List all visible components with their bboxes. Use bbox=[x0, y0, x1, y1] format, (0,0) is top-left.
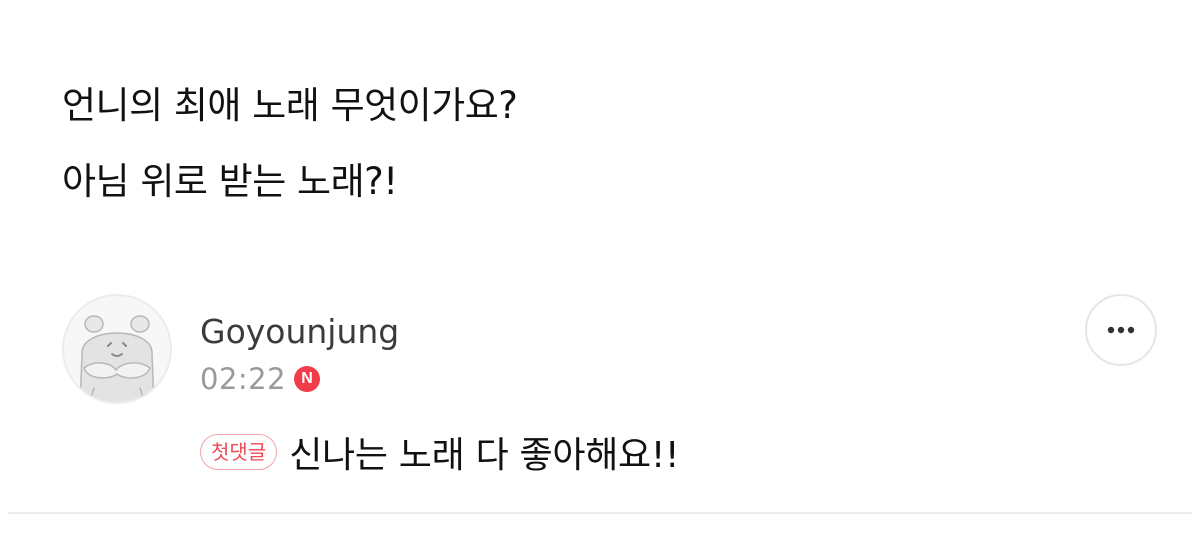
new-badge: N bbox=[294, 366, 321, 392]
more-options-button[interactable] bbox=[1085, 294, 1157, 366]
post-page: 언니의 최애 노래 무엇이가요? 아님 위로 받는 노래?! Goyounjun… bbox=[0, 0, 1200, 536]
avatar[interactable] bbox=[62, 294, 172, 404]
comment-body: 첫댓글 신나는 노래 다 좋아해요!! bbox=[200, 426, 679, 478]
first-comment-tag: 첫댓글 bbox=[200, 434, 278, 470]
ellipsis-icon bbox=[1107, 326, 1135, 334]
hamster-avatar-icon bbox=[79, 315, 155, 402]
comment-item: Goyounjung 02:22 N 첫댓글 신나는 노래 다 좋아해요!! bbox=[0, 290, 1200, 536]
post-line-2: 아님 위로 받는 노래?! bbox=[62, 160, 398, 203]
comment-time: 02:22 bbox=[200, 362, 287, 396]
post-line-1: 언니의 최애 노래 무엇이가요? bbox=[62, 84, 518, 127]
comment-divider bbox=[8, 512, 1192, 514]
comment-text: 신나는 노래 다 좋아해요!! bbox=[289, 435, 680, 476]
post-body: 언니의 최애 노래 무엇이가요? 아님 위로 받는 노래?! bbox=[62, 68, 518, 220]
comment-author[interactable]: Goyounjung bbox=[200, 312, 399, 351]
comment-meta: 02:22 N bbox=[200, 362, 321, 396]
